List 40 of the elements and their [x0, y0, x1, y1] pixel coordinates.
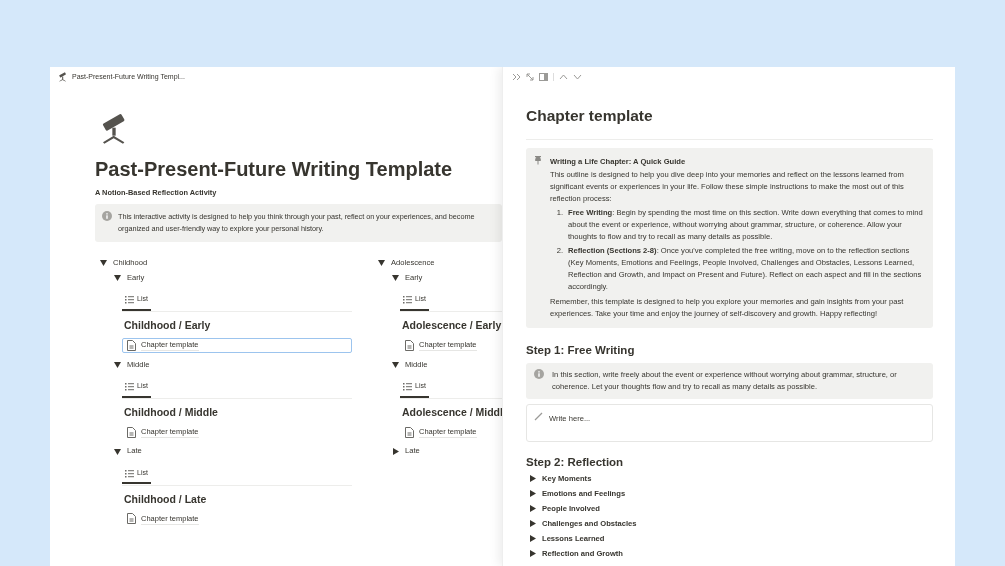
toggle-right-icon[interactable]: [529, 474, 536, 482]
toggle-right-icon[interactable]: [529, 519, 536, 527]
page-icon: [126, 339, 137, 351]
close-panel-icon[interactable]: [512, 73, 521, 81]
toggle-down-icon[interactable]: [378, 259, 385, 267]
pin-icon: [534, 156, 542, 167]
side-panel-icon[interactable]: [539, 73, 548, 81]
panel-title: Chapter template: [526, 106, 654, 126]
toggle-right-icon[interactable]: [529, 504, 536, 512]
info-icon: [534, 369, 544, 380]
list-icon: [125, 381, 134, 391]
toggle-right-icon[interactable]: [392, 447, 399, 455]
page-icon: [404, 426, 415, 438]
toggle-down-icon[interactable]: [114, 274, 121, 282]
info-icon: [102, 211, 112, 222]
group-heading: Childhood / Middle: [124, 404, 219, 420]
group-heading: Childhood / Early: [124, 318, 212, 334]
page-icon: [126, 426, 137, 438]
toggle-down-icon[interactable]: [100, 259, 107, 267]
page-title: Past-Present-Future Writing Template: [95, 157, 454, 181]
group-heading: Childhood / Late: [124, 491, 208, 507]
toggle-right-icon[interactable]: [529, 549, 536, 557]
toggle-down-icon[interactable]: [392, 360, 399, 368]
group-heading: Adolescence / Early: [402, 318, 502, 334]
group-heading: Adolescence / Middl: [402, 404, 502, 420]
toggle-down-icon[interactable]: [392, 274, 399, 282]
expand-icon[interactable]: [526, 73, 534, 81]
toggle-right-icon[interactable]: [529, 489, 536, 497]
list-icon: [403, 381, 412, 391]
toggle-down-icon[interactable]: [114, 447, 121, 455]
page-icon: [404, 339, 415, 351]
toggle-right-icon[interactable]: [529, 534, 536, 542]
list-icon: [125, 295, 134, 305]
section-heading: Step 1: Free Writing: [526, 344, 636, 359]
list-icon: [125, 468, 134, 478]
telescope-icon: [58, 72, 68, 82]
list-icon: [403, 295, 412, 305]
toggle-down-icon[interactable]: [114, 360, 121, 368]
page-icon: [126, 513, 137, 525]
section-heading: Step 2: Reflection: [526, 456, 625, 470]
